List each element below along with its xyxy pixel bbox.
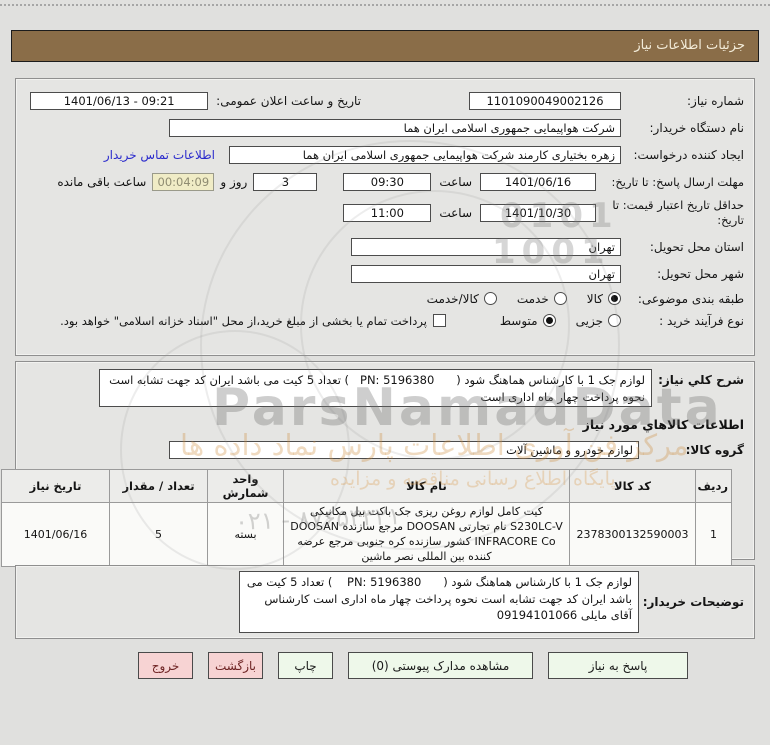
buyer-org-label: نام دستگاه خریدار: <box>649 121 745 135</box>
goods-group-field[interactable]: لوازم خودرو و ماشین آلات <box>169 441 639 459</box>
announce-datetime-label: تاریخ و ساعت اعلان عمومی: <box>216 94 361 108</box>
deadline-label: مهلت ارسال پاسخ: تا تاریخ: <box>611 174 744 189</box>
view-attachments-button[interactable]: مشاهده مدارک پیوستی (0) <box>348 652 533 679</box>
page-title: جزئیات اطلاعات نیاز <box>11 30 759 62</box>
col-header-need-date: تاریخ نیاز <box>1 469 110 503</box>
cell-need-date: 1401/06/16 <box>1 501 110 568</box>
need-number-field[interactable]: 1101090049002126 <box>469 92 621 110</box>
top-dotted-divider <box>0 4 770 6</box>
buyer-notes-box[interactable]: لوازم جک 1 با کارشناس هماهنگ شود ( PN: 5… <box>239 571 639 633</box>
process-type-label: نوع فرآیند خرید : <box>659 313 744 328</box>
remaining-hours-label: ساعت باقی مانده <box>57 175 147 189</box>
buyer-org-row: نام دستگاه خریدار: شرکت هواپیمایی جمهوری… <box>26 119 744 137</box>
goods-group-label: گروه کالا: <box>685 443 744 457</box>
radio-goods-service-icon[interactable] <box>483 292 497 306</box>
col-header-name: نام کالا <box>283 469 570 503</box>
deadline-hour-label: ساعت <box>439 175 472 189</box>
creator-label: ایجاد کننده درخواست: <box>633 148 744 162</box>
cell-code: 2378300132590003 <box>569 501 696 568</box>
col-header-row-no: ردیف <box>695 469 732 503</box>
process-option-medium[interactable]: متوسط <box>500 314 556 328</box>
col-header-code: کد کالا <box>569 469 696 503</box>
classification-row: طبقه بندی موضوعی: کالا خدمت کالا/خدمت <box>26 292 744 306</box>
buyer-notes-label: توضیحات خریدار: <box>642 595 744 609</box>
city-row: شهر محل تحویل: تهران <box>26 264 744 283</box>
print-button[interactable]: چاپ <box>278 652 333 679</box>
validity-time-field[interactable]: 11:00 <box>343 203 432 222</box>
exit-button[interactable]: خروج <box>138 652 193 679</box>
days-suffix-label: روز و <box>220 175 248 189</box>
radio-goods-icon[interactable] <box>608 292 621 306</box>
class-option-goods-label: کالا <box>586 291 603 306</box>
deadline-row: مهلت ارسال پاسخ: تا تاریخ: 1401/06/16 سا… <box>26 173 744 191</box>
need-desc-box[interactable]: لوازم جک 1 با کارشناس هماهنگ شود ( PN: 5… <box>99 369 652 407</box>
city-field[interactable]: تهران <box>351 264 621 283</box>
table-row: 1 2378300132590003 کیت کامل لوازم روغن ر… <box>1 501 732 568</box>
goods-section-header: اطلاعات کالاهاي مورد نیاز <box>582 417 744 432</box>
validity-date-field[interactable]: 1401/10/30 <box>480 203 596 222</box>
col-header-unit: واحد شمارش <box>207 469 284 503</box>
need-desc-label: شرح کلي نیاز: <box>658 373 744 387</box>
deadline-date-field[interactable]: 1401/06/16 <box>480 173 596 191</box>
validity-hour-label: ساعت <box>439 205 472 220</box>
class-option-goods-service-label: کالا/خدمت <box>426 291 479 306</box>
buyer-notes-row: توضیحات خریدار: لوازم جک 1 با کارشناس هم… <box>26 571 744 633</box>
cell-qty: 5 <box>109 501 208 568</box>
remaining-days-field[interactable]: 3 <box>253 173 318 191</box>
announce-datetime-field[interactable]: 09:21 - 1401/06/13 <box>30 92 209 110</box>
class-option-goods-service[interactable]: کالا/خدمت <box>427 292 497 306</box>
countdown-timer: 00:04:09 <box>152 173 215 191</box>
radio-medium-icon[interactable] <box>542 314 556 328</box>
class-option-goods[interactable]: کالا <box>587 292 621 306</box>
goods-table-header-row: ردیف کد کالا نام کالا واحد شمارش تعداد /… <box>1 469 732 503</box>
classification-label: طبقه بندی موضوعی: <box>637 291 744 306</box>
buyer-contact-link[interactable]: اطلاعات تماس خریدار <box>104 148 215 162</box>
page: { "title_bar": { "title": "جزئیات اطلاعا… <box>0 0 770 745</box>
need-number-label: شماره نیاز: <box>687 94 744 108</box>
province-label: استان محل تحویل: <box>649 239 744 254</box>
price-validity-row: حداقل تاریخ اعتبار قیمت: تا تاریخ: 1401/… <box>26 198 744 228</box>
radio-minor-icon[interactable] <box>608 314 621 328</box>
col-header-qty: تعداد / مقدار <box>109 469 208 503</box>
need-info-panel: شماره نیاز: 1101090049002126 تاریخ و ساع… <box>15 78 755 356</box>
cell-name: کیت کامل لوازم روغن ریزی جک باکت بیل مکا… <box>283 501 570 568</box>
buyer-notes-panel: توضیحات خریدار: لوازم جک 1 با کارشناس هم… <box>15 565 755 639</box>
treasury-checkbox[interactable] <box>432 314 446 328</box>
process-option-minor[interactable]: جزیی <box>576 314 621 328</box>
process-option-medium-label: متوسط <box>499 313 538 328</box>
city-label: شهر محل تحویل: <box>657 266 744 281</box>
goods-table: ردیف کد کالا نام کالا واحد شمارش تعداد /… <box>1 469 732 568</box>
creator-row: ایجاد کننده درخواست: زهره بختیاری کارمند… <box>26 146 744 164</box>
process-type-row: نوع فرآیند خرید : جزیی متوسط پرداخت تمام… <box>26 314 744 328</box>
creator-field[interactable]: زهره بختیاری کارمند شرکت هواپیمایی جمهور… <box>229 146 621 164</box>
process-option-minor-label: جزیی <box>575 313 603 328</box>
goods-panel: شرح کلي نیاز: لوازم جک 1 با کارشناس هماه… <box>1 361 755 568</box>
need-desc-row: شرح کلي نیاز: لوازم جک 1 با کارشناس هماه… <box>26 369 744 407</box>
answer-need-button[interactable]: پاسخ به نیاز <box>548 652 688 679</box>
class-option-service[interactable]: خدمت <box>517 292 567 306</box>
province-field[interactable]: تهران <box>351 237 621 256</box>
need-number-row: شماره نیاز: 1101090049002126 تاریخ و ساع… <box>26 92 744 110</box>
back-button[interactable]: بازگشت <box>208 652 263 679</box>
action-buttons-row: پاسخ به نیاز مشاهده مدارک پیوستی (0) چاپ… <box>138 652 688 679</box>
treasury-checkbox-label: پرداخت تمام یا بخشی از مبلغ خرید،از محل … <box>60 313 427 328</box>
cell-unit: بسته <box>207 501 284 568</box>
buyer-org-field[interactable]: شرکت هواپیمایی جمهوری اسلامی ایران هما <box>169 119 621 137</box>
goods-group-row: گروه کالا: لوازم خودرو و ماشین آلات <box>26 441 744 459</box>
price-validity-label: حداقل تاریخ اعتبار قیمت: تا تاریخ: <box>612 198 744 227</box>
radio-service-icon[interactable] <box>553 292 567 306</box>
deadline-time-field[interactable]: 09:30 <box>343 173 432 191</box>
province-row: استان محل تحویل: تهران <box>26 237 744 256</box>
class-option-service-label: خدمت <box>516 291 549 306</box>
cell-row-no: 1 <box>695 501 732 568</box>
